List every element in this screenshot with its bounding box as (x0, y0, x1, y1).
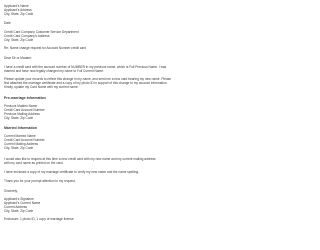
enclosure-line: Enclosure: 1 photo ID, 1 copy of marriag… (4, 217, 74, 221)
enclosed-line: I have enclosed a copy of my marriage ce… (4, 170, 140, 174)
intro-line: married and have now legally changed my … (4, 69, 104, 73)
premarriage-line: City, State, Zip Code (4, 116, 34, 120)
married-line: City, State, Zip Code (4, 146, 34, 150)
salutation: Dear Sir or Madam: (4, 56, 32, 60)
recipient-city: City, State, Zip Code (4, 38, 34, 42)
closing-line: with my card name as printed on the card… (4, 161, 64, 165)
signoff: Sincerely, (4, 189, 18, 193)
subject-line: Re: Name change request for Account Numb… (4, 46, 87, 50)
thanks-line: Thank you for your prompt attention to m… (4, 179, 76, 183)
premarriage-heading: Pre-marriage Information (4, 96, 46, 100)
intro-line: Kindly, update my Card Name with my curr… (4, 85, 79, 89)
letter-page: Applicant's Name Applicant's Address Cit… (0, 0, 202, 250)
sender-city: City, State, Zip Code (4, 12, 34, 16)
letter-date: Date (4, 21, 11, 25)
signature-line: City, State, Zip Code (4, 209, 34, 213)
married-heading: Married Information (4, 126, 37, 130)
